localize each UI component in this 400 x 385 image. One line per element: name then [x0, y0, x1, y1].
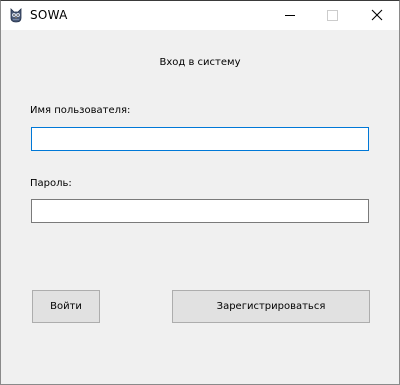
form-area: Вход в систему Имя пользователя: Пароль:…: [1, 30, 399, 384]
login-button[interactable]: Войти: [32, 290, 100, 323]
owl-app-icon: [9, 8, 23, 23]
password-label: Пароль:: [30, 178, 72, 189]
login-window: SOWA Вход в систему Имя пользователя: Па…: [0, 0, 400, 385]
username-field[interactable]: [31, 127, 369, 152]
close-button[interactable]: [353, 1, 399, 30]
form-heading: Вход в систему: [159, 57, 241, 68]
close-icon: [371, 9, 383, 21]
register-button[interactable]: Зарегистрироваться: [172, 290, 370, 323]
username-label: Имя пользователя:: [30, 105, 131, 116]
minimize-button[interactable]: [267, 1, 313, 30]
password-input[interactable]: [32, 201, 368, 224]
window-title: SOWA: [30, 8, 68, 22]
maximize-button[interactable]: [309, 1, 355, 30]
title-bar[interactable]: SOWA: [1, 1, 399, 30]
password-field[interactable]: [31, 199, 369, 224]
maximize-icon: [327, 10, 338, 21]
minimize-icon: [285, 15, 295, 16]
username-input[interactable]: [32, 129, 368, 152]
